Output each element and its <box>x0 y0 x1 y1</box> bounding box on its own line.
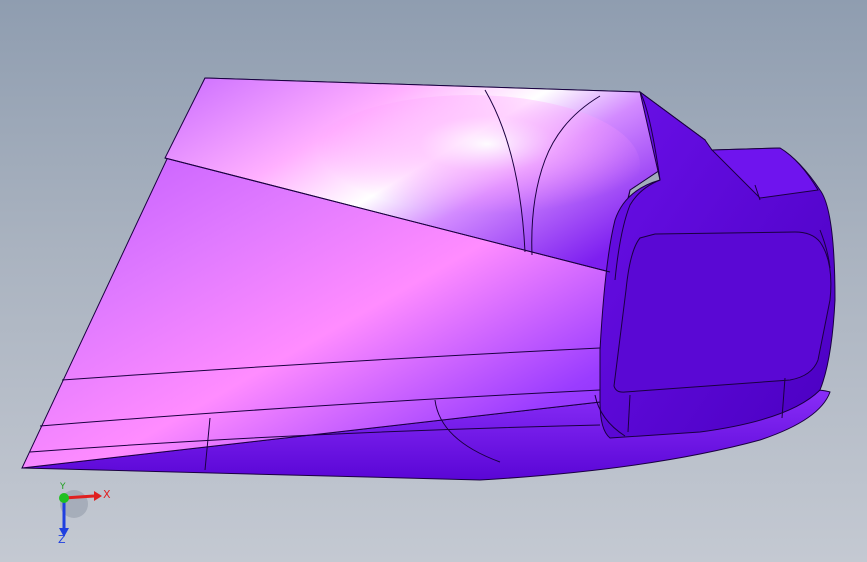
y-axis-label: Y <box>60 482 66 492</box>
part-right-panel[interactable] <box>613 231 832 393</box>
y-axis-marker <box>59 493 69 503</box>
x-axis-arrowhead <box>94 491 102 501</box>
z-axis-label: Z <box>58 533 66 546</box>
view-orientation-triad: X Y Z <box>48 482 118 548</box>
specular-highlight <box>300 95 640 235</box>
3d-model-view[interactable] <box>0 0 867 562</box>
graphics-viewport[interactable]: X Y Z <box>0 0 867 562</box>
x-axis-label: X <box>103 488 111 501</box>
